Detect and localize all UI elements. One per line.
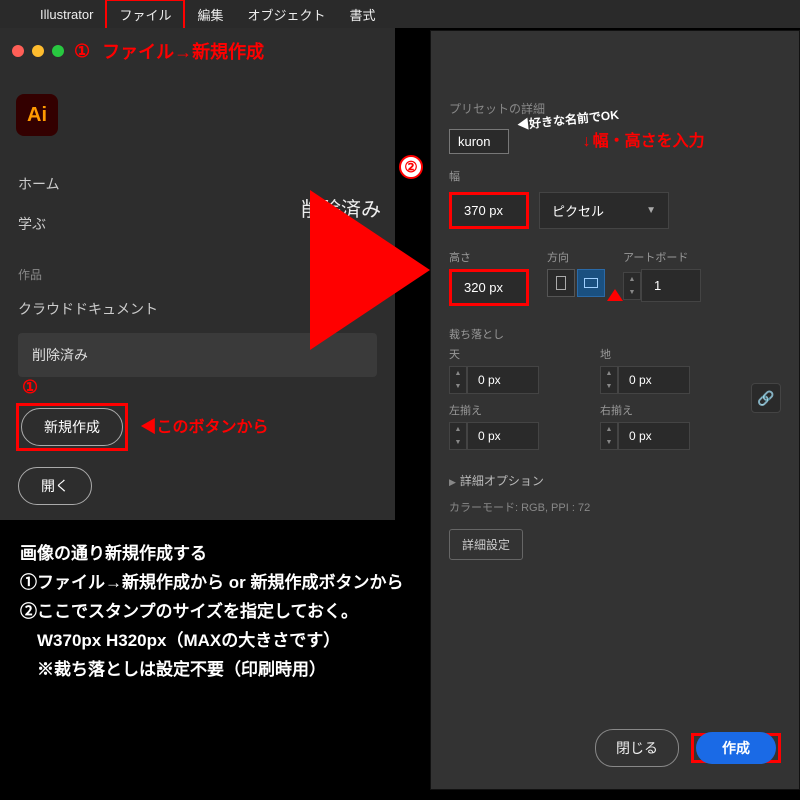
window-traffic-lights: ① ファイル→新規作成 bbox=[0, 28, 395, 74]
new-button-note: ◀このボタンから bbox=[140, 419, 268, 436]
create-button[interactable]: 作成 bbox=[696, 732, 776, 764]
dialog-buttons: 閉じる 作成 bbox=[595, 729, 781, 767]
portrait-icon bbox=[556, 276, 566, 290]
unit-value: ピクセル bbox=[552, 201, 604, 220]
orientation-landscape[interactable] bbox=[577, 269, 605, 297]
illustrator-logo: Ai bbox=[16, 94, 58, 136]
menu-type[interactable]: 書式 bbox=[338, 1, 388, 28]
bleed-bottom-input[interactable]: 0 px bbox=[618, 366, 690, 394]
bleed-top-input[interactable]: 0 px bbox=[467, 366, 539, 394]
instructions-text: 画像の通り新規作成する ①ファイル→新規作成から or 新規作成ボタンから ②こ… bbox=[20, 540, 450, 684]
bleed-right-stepper[interactable]: ▲▼ bbox=[600, 422, 618, 450]
new-document-dialog: プリセットの詳細 kuron ◀好きな名前でOK ② ↓幅・高さを入力 幅 37… bbox=[430, 30, 800, 790]
document-name-input[interactable]: kuron bbox=[449, 129, 509, 154]
step2-number: ② bbox=[399, 155, 423, 179]
create-button-highlight: 作成 bbox=[691, 733, 781, 763]
open-button-area: 開く bbox=[18, 467, 377, 505]
big-red-arrow bbox=[310, 190, 430, 350]
width-label: 幅 bbox=[449, 168, 781, 184]
bleed-link-button[interactable]: 🔗 bbox=[751, 383, 781, 413]
step2-note: ↓幅・高さを入力 bbox=[583, 127, 705, 151]
artboard-label: アートボード bbox=[623, 249, 701, 265]
orientation-label: 方向 bbox=[547, 249, 605, 265]
open-button[interactable]: 開く bbox=[18, 467, 92, 505]
instr-line-4: W370px H320px（MAXの大きさです） bbox=[20, 627, 450, 656]
unit-select[interactable]: ピクセル ▼ bbox=[539, 192, 669, 229]
instr-line-1: 画像の通り新規作成する bbox=[20, 540, 450, 569]
height-label: 高さ bbox=[449, 249, 529, 265]
bleed-bottom-stepper[interactable]: ▲▼ bbox=[600, 366, 618, 394]
bleed-top-label: 天 bbox=[449, 346, 586, 362]
bleed-left-input[interactable]: 0 px bbox=[467, 422, 539, 450]
advanced-settings-button[interactable]: 詳細設定 bbox=[449, 529, 523, 560]
width-input[interactable]: 370 px bbox=[449, 192, 529, 229]
bleed-label: 裁ち落とし bbox=[449, 326, 781, 342]
instr-line-5: ※裁ち落としは設定不要（印刷時用） bbox=[20, 656, 450, 685]
menu-object[interactable]: オブジェクト bbox=[236, 1, 338, 28]
menu-edit[interactable]: 編集 bbox=[185, 1, 235, 28]
link-icon: 🔗 bbox=[757, 390, 774, 407]
artboard-input[interactable]: 1 bbox=[641, 269, 701, 302]
step1-label: ファイル→新規作成 bbox=[102, 38, 264, 64]
bleed-left-label: 左揃え bbox=[449, 402, 586, 418]
orientation-up-arrow bbox=[607, 289, 623, 301]
annotation-num1: ① bbox=[22, 377, 38, 398]
down-arrow-icon: ↓ bbox=[583, 133, 591, 150]
bleed-bottom-label: 地 bbox=[600, 346, 737, 362]
menu-app[interactable]: Illustrator bbox=[28, 3, 105, 26]
bleed-top-stepper[interactable]: ▲▼ bbox=[449, 366, 467, 394]
new-button[interactable]: 新規作成 bbox=[21, 408, 123, 446]
bleed-right-label: 右揃え bbox=[600, 402, 737, 418]
bleed-left-stepper[interactable]: ▲▼ bbox=[449, 422, 467, 450]
color-mode-text: カラーモード: RGB, PPI : 72 bbox=[449, 499, 781, 515]
close-button[interactable]: 閉じる bbox=[595, 729, 679, 767]
orientation-portrait[interactable] bbox=[547, 269, 575, 297]
artboard-stepper[interactable]: ▲▼ bbox=[623, 272, 641, 300]
minimize-dot[interactable] bbox=[32, 45, 44, 57]
step1-number: ① bbox=[74, 41, 90, 62]
new-button-highlight: 新規作成 bbox=[16, 403, 128, 451]
landscape-icon bbox=[584, 278, 598, 288]
triangle-right-icon: ▶ bbox=[449, 477, 456, 487]
menubar: Illustrator ファイル 編集 オブジェクト 書式 bbox=[0, 0, 800, 28]
advanced-options-toggle[interactable]: ▶詳細オプション bbox=[449, 472, 781, 489]
bleed-right-input[interactable]: 0 px bbox=[618, 422, 690, 450]
instr-line-2: ①ファイル→新規作成から or 新規作成ボタンから bbox=[20, 569, 450, 598]
close-dot[interactable] bbox=[12, 45, 24, 57]
chevron-down-icon: ▼ bbox=[646, 205, 656, 216]
menu-file[interactable]: ファイル bbox=[105, 0, 185, 30]
height-input[interactable]: 320 px bbox=[449, 269, 529, 306]
new-button-area: ① 新規作成 ◀このボタンから bbox=[16, 403, 379, 451]
zoom-dot[interactable] bbox=[52, 45, 64, 57]
bleed-grid: 天 ▲▼0 px 地 ▲▼0 px 🔗 左揃え ▲▼0 px 右揃え ▲▼0 p… bbox=[449, 346, 781, 450]
instr-line-3: ②ここでスタンプのサイズを指定しておく。 bbox=[20, 598, 450, 627]
